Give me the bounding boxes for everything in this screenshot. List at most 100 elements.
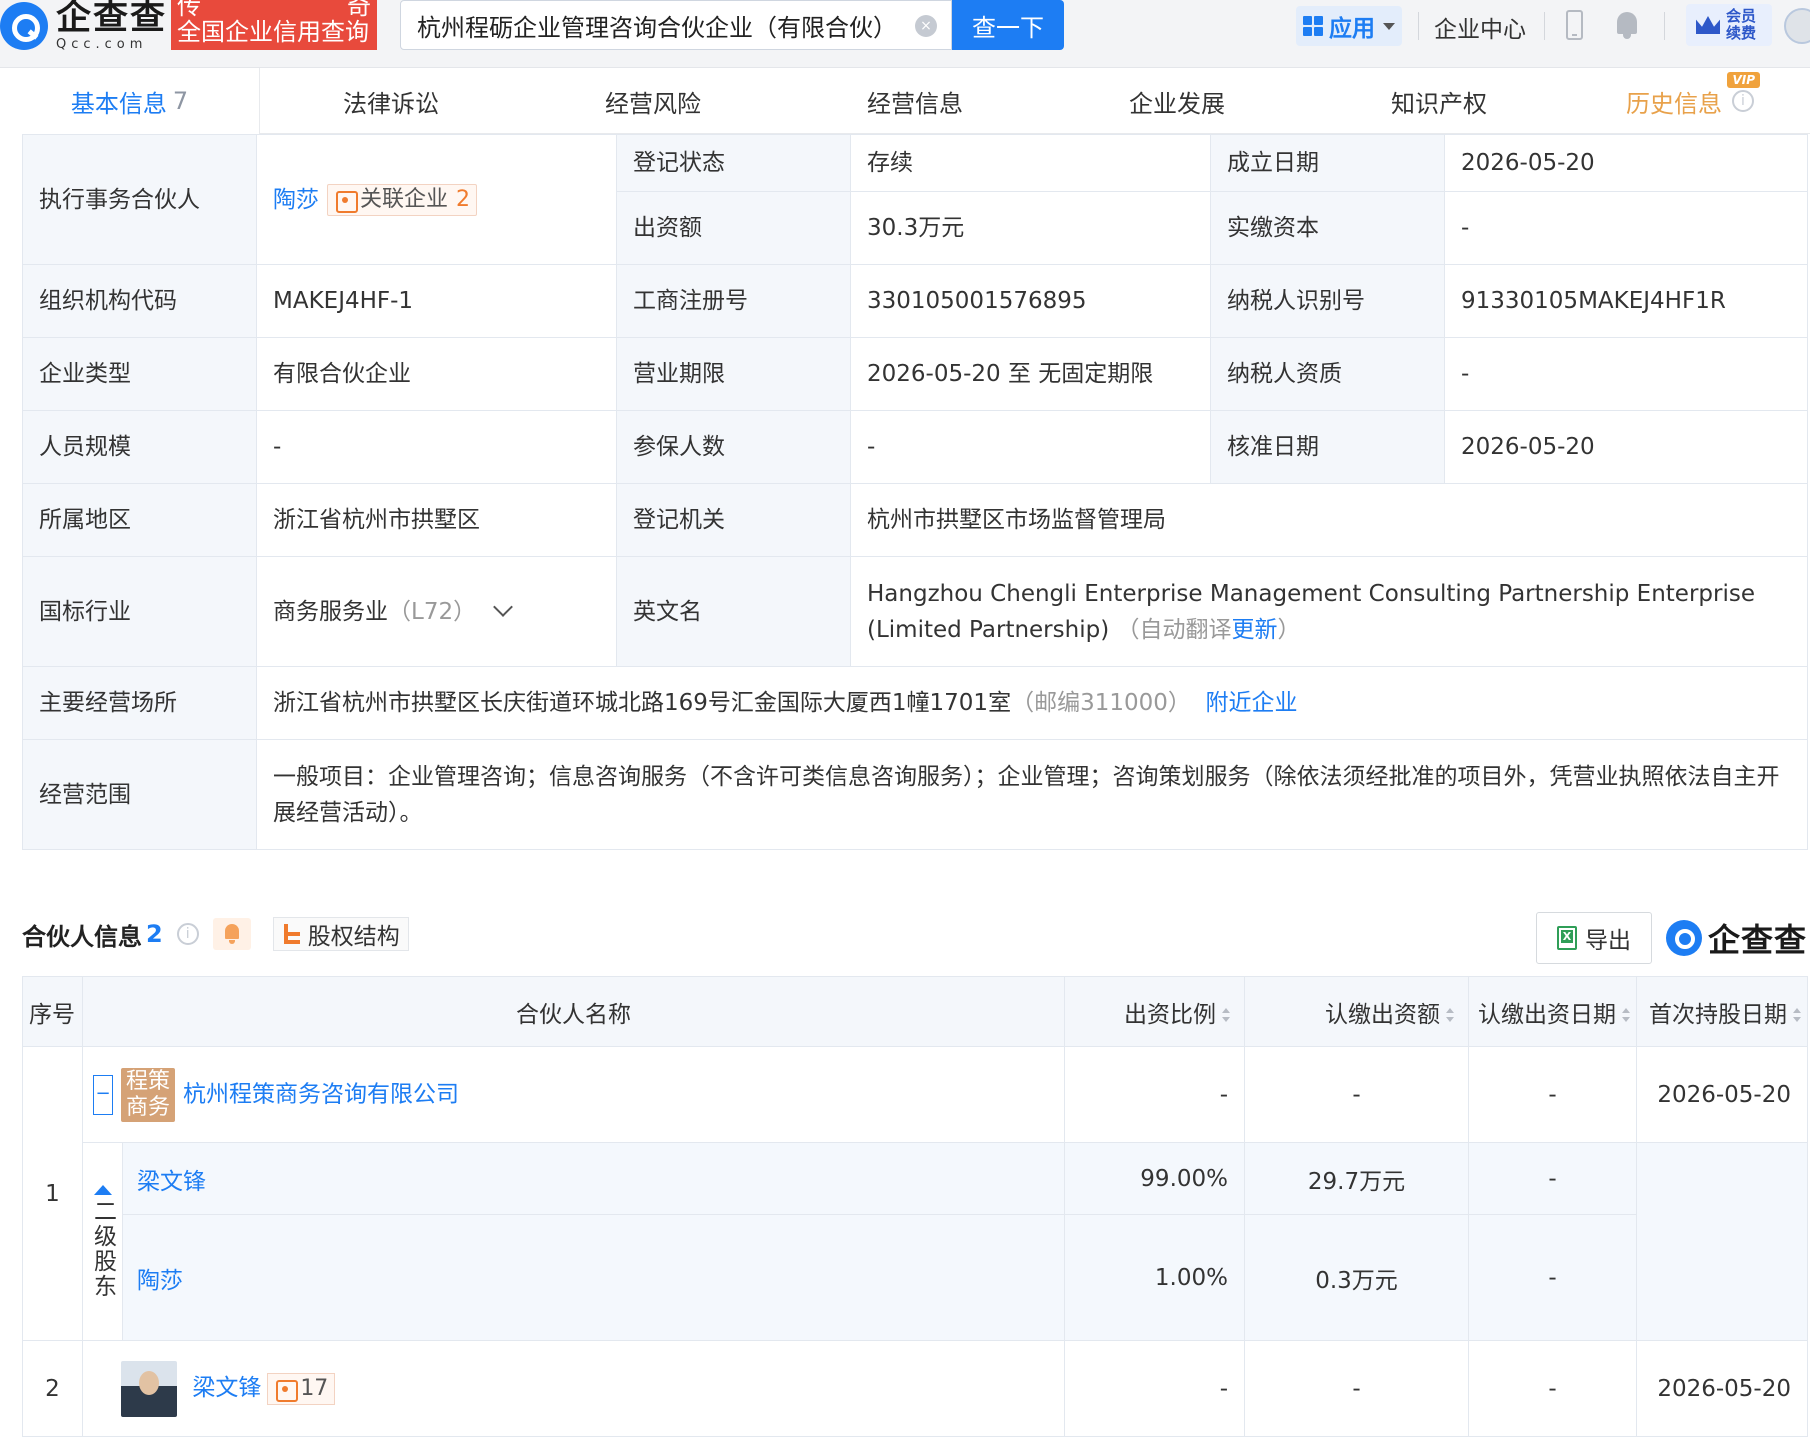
sub-partner-link[interactable]: 陶莎 [137, 1268, 183, 1294]
field-value: 2026-05-20 [1444, 134, 1808, 192]
apps-menu[interactable]: 应用 [1296, 6, 1402, 46]
divider [1418, 12, 1419, 40]
sub-partner-link[interactable]: 梁文锋 [137, 1169, 206, 1195]
field-value: 杭州市拱墅区市场监督管理局 [850, 483, 1808, 557]
basic-info-table: 执行事务合伙人 陶莎 关联企业 2 登记状态 存续 成立日期 2026-05-20 … [22, 134, 1808, 850]
address-cell: 浙江省杭州市拱墅区长庆街道环城北路169号汇金国际大厦西1幢1701室（邮编31… [256, 666, 1808, 740]
monitor-bell-icon[interactable] [212, 918, 251, 950]
divider [1664, 12, 1665, 40]
related-companies-tag[interactable]: 17 [267, 1372, 336, 1405]
tab-basic-info[interactable]: 基本信息 7 [0, 68, 260, 134]
qcc-watermark: 企查查 [1666, 915, 1807, 961]
related-count: 2 [456, 187, 471, 212]
field-value: 浙江省杭州市拱墅区 [256, 483, 617, 557]
col-header-amount[interactable]: 认缴出资额 [1244, 976, 1469, 1047]
tab-development[interactable]: 企业发展 [1046, 68, 1308, 134]
partner-name-cell: − 程策商务 杭州程策商务咨询有限公司 [82, 1046, 1065, 1143]
field-label: 出资额 [616, 191, 851, 265]
brand-name: 企查查 [1708, 921, 1808, 959]
amount-value: - [1244, 1340, 1469, 1437]
person-avatar[interactable] [121, 1360, 177, 1417]
col-header-sub-date-label: 认缴出资日期 [1478, 1001, 1616, 1028]
col-header-ratio[interactable]: 出资比例 [1064, 976, 1245, 1047]
sort-icon [1622, 1008, 1630, 1022]
sub-partner-cell: 梁文锋 [122, 1142, 1065, 1215]
level-label-cell: 二级股东 [82, 1142, 123, 1341]
top-bar: 企查查 Qcc.com 传 奇 全国企业信用查询 × 查一下 应用 企业中心 会员… [0, 0, 1810, 68]
network-icon [334, 189, 358, 213]
nearby-companies-link[interactable]: 附近企业 [1206, 690, 1298, 716]
collapse-button[interactable]: − [93, 1074, 113, 1115]
logo-domain: Qcc.com [56, 37, 148, 52]
field-value: 330105001576895 [850, 264, 1211, 338]
tab-label: 历史信息 [1626, 89, 1722, 118]
tab-risk[interactable]: 经营风险 [522, 68, 784, 134]
field-label: 英文名 [616, 556, 851, 667]
industry-code: （L72） [388, 598, 477, 625]
tab-history[interactable]: 历史信息 VIP i [1570, 68, 1810, 134]
industry-cell: 商务服务业（L72） [256, 556, 617, 667]
update-translation-link[interactable]: 更新 [1231, 617, 1277, 643]
sort-icon [1222, 1008, 1230, 1022]
field-value: MAKEJ4HF-1 [256, 264, 617, 338]
table-row: 2 梁文锋 17 - - - 2026-05-20 [22, 1340, 1808, 1437]
field-value: 2026-05-20 至 无固定期限 [850, 337, 1211, 411]
executive-partner-link[interactable]: 陶莎 [273, 187, 319, 213]
notification-bell-icon[interactable] [1614, 10, 1640, 40]
equity-structure-button[interactable]: 股权结构 [272, 917, 409, 951]
chevron-down-icon[interactable] [493, 596, 513, 617]
tab-label: 经营风险 [605, 89, 701, 118]
slogan-char-right: 奇 [347, 0, 371, 20]
field-label: 经营范围 [22, 739, 257, 850]
qcc-logo[interactable]: 企查查 Qcc.com [0, 1, 167, 52]
search-input[interactable] [401, 1, 891, 49]
partner-company-link[interactable]: 杭州程策商务咨询有限公司 [183, 1081, 459, 1107]
col-header-sub-date[interactable]: 认缴出资日期 [1468, 976, 1637, 1047]
amount-value: 29.7万元 [1244, 1142, 1469, 1215]
collapse-up-icon[interactable] [93, 1184, 112, 1195]
row-index: 2 [22, 1340, 83, 1437]
search-button[interactable]: 查一下 [952, 0, 1064, 50]
mobile-icon[interactable] [1566, 10, 1583, 40]
field-label: 成立日期 [1210, 134, 1445, 192]
first-date-value: 2026-05-20 [1636, 1340, 1808, 1437]
info-icon[interactable]: i [176, 923, 199, 945]
slogan-banner: 传 奇 全国企业信用查询 [171, 0, 377, 50]
ratio-value: 1.00% [1064, 1214, 1245, 1341]
sub-row: 陶莎 1.00% 0.3万元 - [23, 1214, 1808, 1341]
info-icon[interactable]: i [1732, 90, 1754, 112]
tab-legal[interactable]: 法律诉讼 [260, 68, 522, 134]
slogan-char-left: 传 [177, 0, 201, 20]
related-companies-tag[interactable]: 关联企业 2 [327, 184, 478, 216]
address-value: 浙江省杭州市拱墅区长庆街道环城北路169号汇金国际大厦西1幢1701室 [273, 690, 1012, 716]
apps-label: 应用 [1329, 16, 1375, 42]
field-label: 纳税人资质 [1210, 337, 1445, 411]
chevron-down-icon [1383, 22, 1395, 30]
export-label: 导出 [1585, 928, 1631, 954]
grid-icon [1303, 16, 1323, 36]
partner-section-header: 合伙人信息 2 i 股权结构 [22, 906, 409, 962]
partner-person-link[interactable]: 梁文锋 [192, 1375, 261, 1401]
row-index: 1 [22, 1046, 83, 1341]
related-count: 17 [300, 1376, 329, 1401]
field-label: 主要经营场所 [22, 666, 257, 740]
first-date-value: 2026-05-20 [1636, 1046, 1808, 1143]
divider [1544, 12, 1545, 40]
field-label: 营业期限 [616, 337, 851, 411]
user-avatar[interactable] [1784, 8, 1810, 44]
tab-label: 企业发展 [1129, 89, 1225, 118]
vip-renew-button[interactable]: 会员 续费 [1686, 4, 1772, 46]
enterprise-center-link[interactable]: 企业中心 [1434, 10, 1526, 44]
sort-icon [1446, 1008, 1454, 1022]
field-value: 存续 [850, 134, 1211, 192]
vip-line2: 续费 [1726, 24, 1757, 42]
slogan-text: 全国企业信用查询 [177, 18, 369, 46]
clear-icon[interactable]: × [915, 15, 937, 37]
tab-operation[interactable]: 经营信息 [784, 68, 1046, 134]
export-button[interactable]: 导出 [1536, 912, 1652, 964]
vip-line1: 会员 [1726, 7, 1757, 25]
tab-ip[interactable]: 知识产权 [1308, 68, 1570, 134]
amount-value: - [1244, 1046, 1469, 1143]
translate-note-end: ） [1277, 616, 1301, 643]
col-header-first-date[interactable]: 首次持股日期 [1636, 976, 1808, 1047]
